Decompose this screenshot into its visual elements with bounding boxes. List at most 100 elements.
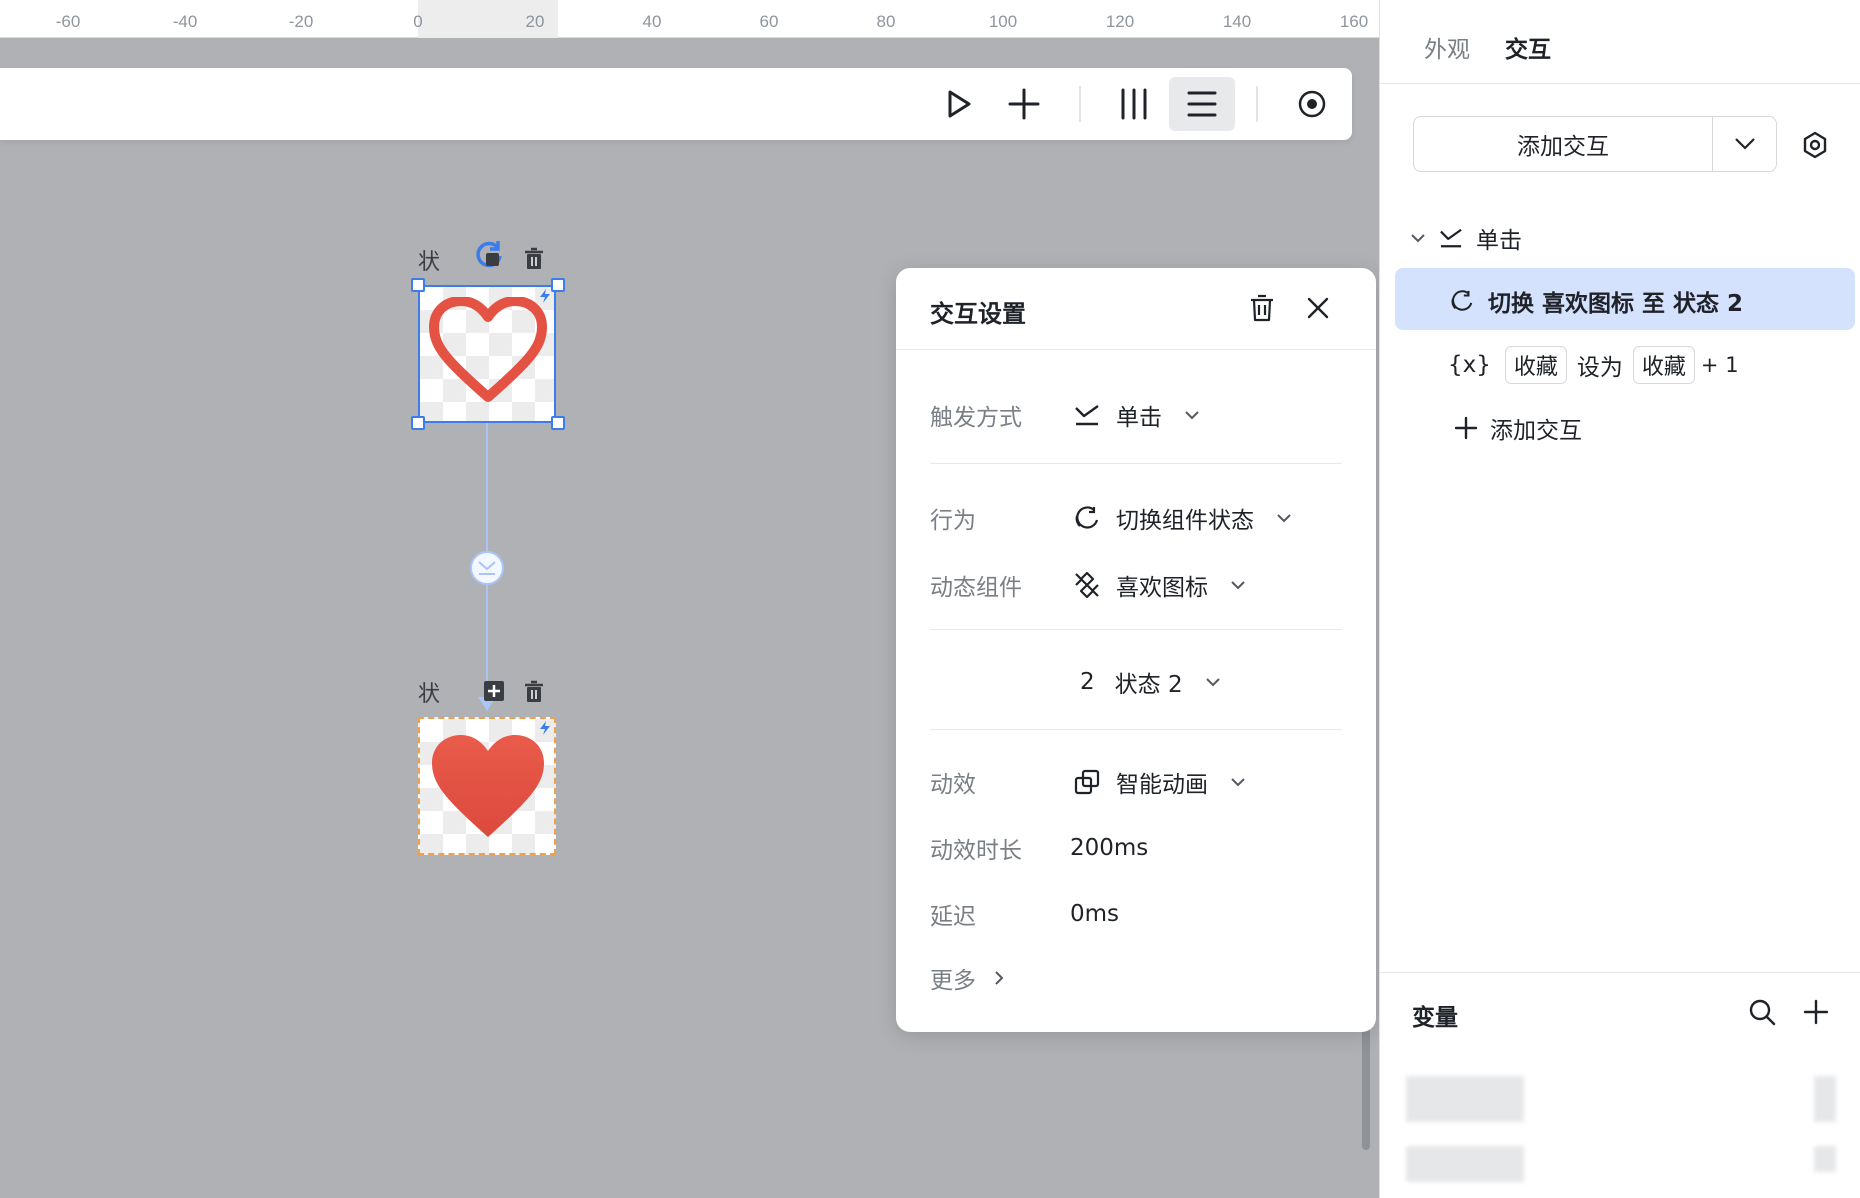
effect-select[interactable]: 智能动画: [1070, 765, 1246, 799]
column-layout-button[interactable]: [1101, 77, 1167, 131]
state-label: 状: [418, 250, 441, 275]
toggle-state-icon: [1075, 506, 1099, 529]
search-variables-button[interactable]: [1744, 994, 1780, 1030]
component-row: 动态组件 喜欢图标: [930, 565, 1342, 605]
interaction-settings-button[interactable]: [1798, 128, 1832, 162]
add-interaction-link-label: 添加交互: [1490, 418, 1582, 444]
refresh-state-icon[interactable]: [472, 238, 506, 272]
delete-interaction-button[interactable]: [1244, 290, 1280, 326]
add-variable-button[interactable]: [1798, 994, 1834, 1030]
trigger-group-row[interactable]: 单击: [1410, 221, 1522, 255]
ruler-tick-label: 20: [525, 12, 545, 31]
delete-state-icon[interactable]: [523, 680, 545, 704]
divider: [930, 463, 1342, 464]
row-layout-button[interactable]: [1169, 77, 1235, 131]
chevron-down-icon: [1277, 514, 1291, 523]
interaction-settings-dialog: 交互设置 触发方式 单击 行为 切换组件状态 动态组件 喜欢图标 2 状态 2 …: [896, 268, 1376, 1032]
ruler-tick-label: 120: [1105, 12, 1135, 31]
search-icon: [1749, 999, 1776, 1026]
delay-input[interactable]: 0ms: [1070, 901, 1119, 927]
canvas-area[interactable]: -60 -40 -20 0 20 40 60 80 100 120 140 16…: [0, 0, 1379, 1198]
delay-row: 延迟 0ms: [930, 894, 1342, 934]
toggle-state-icon: [1451, 290, 1473, 311]
resize-handle[interactable]: [411, 278, 425, 292]
resize-handle[interactable]: [551, 278, 565, 292]
record-button[interactable]: [1279, 77, 1345, 131]
ruler-tick-label: 100: [988, 12, 1018, 31]
divider: [930, 629, 1342, 630]
ruler-tick-label: -40: [172, 12, 198, 31]
delete-state-icon[interactable]: [523, 247, 545, 271]
chevron-down-icon: [1205, 678, 1220, 687]
duration-input[interactable]: 200ms: [1070, 835, 1148, 861]
chevron-down-icon: [1231, 778, 1245, 787]
play-button[interactable]: [925, 77, 991, 131]
panel-tabs: 外观 交互: [1380, 0, 1860, 84]
settings-icon: [1803, 131, 1827, 159]
state-number: 2: [1080, 669, 1095, 695]
add-interaction-link[interactable]: 添加交互: [1454, 411, 1582, 445]
close-icon: [1307, 297, 1329, 319]
target-state-row: 2 状态 2: [930, 662, 1342, 702]
trigger-group-label: 单击: [1476, 228, 1522, 254]
heart-filled-icon: [432, 735, 544, 837]
add-state-icon[interactable]: [483, 680, 505, 702]
increment-label: + 1: [1700, 353, 1739, 377]
resize-handle[interactable]: [411, 416, 425, 430]
component-value: 喜欢图标: [1116, 575, 1208, 601]
chevron-down-icon: [1185, 411, 1199, 420]
divider: [930, 729, 1342, 730]
ruler-tick-label: 0: [413, 12, 423, 31]
delay-value: 0ms: [1070, 901, 1120, 927]
close-dialog-button[interactable]: [1300, 290, 1336, 326]
set-to-label: 设为: [1576, 355, 1623, 381]
more-row[interactable]: 更多: [930, 958, 1342, 998]
action-select[interactable]: 切换组件状态: [1070, 501, 1292, 535]
canvas-scrollbar[interactable]: [1362, 1020, 1370, 1150]
state-2-frame[interactable]: [418, 717, 556, 855]
trigger-select[interactable]: 单击: [1070, 398, 1200, 432]
ruler-tick-label: 80: [876, 12, 896, 31]
action-item[interactable]: 切换 喜欢图标 至 状态 2: [1448, 284, 1743, 318]
state-value: 状态 2: [1114, 672, 1183, 698]
component-icon: [1075, 571, 1099, 599]
smart-animate-icon: [1074, 769, 1100, 795]
add-interaction-button[interactable]: 添加交互: [1414, 117, 1712, 171]
lightning-icon: [540, 721, 550, 735]
tab-appearance[interactable]: 外观: [1424, 30, 1470, 64]
trigger-value: 单击: [1116, 405, 1162, 431]
add-interaction-dropdown[interactable]: [1712, 117, 1776, 171]
properties-panel: 外观 交互 添加交互 单击 切换 喜欢图标 至 状态 2 {x} 收藏 设为 收…: [1379, 0, 1860, 1198]
dialog-title: 交互设置: [930, 300, 1026, 328]
resize-handle[interactable]: [551, 416, 565, 430]
rows-icon: [1187, 91, 1217, 117]
blurred-variable-value: [1814, 1076, 1836, 1122]
delay-label: 延迟: [930, 904, 976, 930]
trigger-label: 触发方式: [930, 405, 1022, 431]
tab-interaction[interactable]: 交互: [1505, 30, 1551, 64]
action-label: 行为: [930, 508, 976, 534]
more-label: 更多: [930, 968, 976, 994]
blurred-variable-name: [1406, 1146, 1524, 1182]
action-row: 行为 切换组件状态: [930, 498, 1342, 538]
toolbar-divider: [1256, 86, 1258, 122]
ruler-tick-label: 160: [1339, 12, 1369, 31]
play-icon: [948, 90, 971, 118]
variables-title: 变量: [1412, 1005, 1458, 1031]
ruler-tick-label: -60: [55, 12, 81, 31]
toolbar-divider: [1079, 86, 1081, 122]
chevron-down-icon: [1734, 138, 1755, 150]
chevron-down-icon: [1231, 581, 1245, 590]
target-state-select[interactable]: 2 状态 2: [1070, 665, 1221, 699]
variable-icon: {x}: [1448, 352, 1491, 378]
click-trigger-icon[interactable]: [470, 551, 504, 585]
chevron-right-icon: [995, 971, 1004, 985]
ruler-tick-label: 40: [642, 12, 662, 31]
variable-action-item[interactable]: {x} 收藏 设为 收藏 + 1: [1448, 346, 1739, 384]
click-icon: [1440, 228, 1462, 248]
component-select[interactable]: 喜欢图标: [1070, 568, 1246, 602]
state-1-frame[interactable]: [418, 285, 556, 423]
duration-label: 动效时长: [930, 838, 1022, 864]
add-button[interactable]: [991, 77, 1057, 131]
divider: [1380, 972, 1860, 973]
